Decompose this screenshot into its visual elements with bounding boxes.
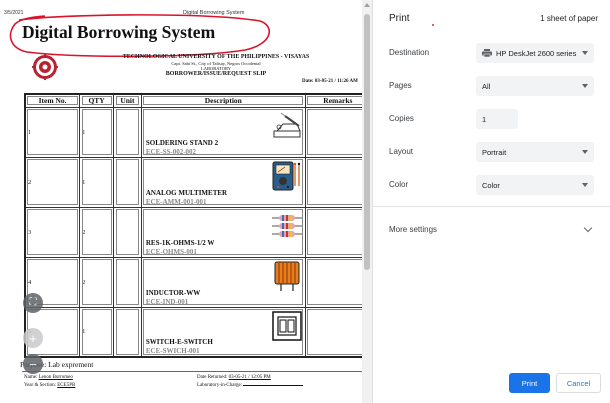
more-settings-toggle[interactable]: More settings	[389, 225, 437, 234]
borrower-name-line: Name: Lenon Borromeo	[24, 375, 73, 380]
col-item-no: Item No.	[24, 93, 81, 108]
pages-value: All	[482, 81, 491, 91]
copies-label: Copies	[389, 114, 414, 123]
incharge-signature-line	[243, 385, 304, 386]
item-no: 2	[24, 156, 81, 208]
footer-divider	[22, 371, 362, 372]
pages-label: Pages	[389, 81, 412, 90]
item-name: SWITCH-E-SWITCH	[145, 338, 213, 346]
name-value: Lenon Borromeo	[38, 375, 73, 380]
sheet-count: 1 sheet of paper	[540, 14, 598, 23]
item-code: ECE-AMM-001-001	[145, 197, 207, 206]
item-unit	[113, 206, 142, 258]
slip-title: BORROWER/ISSUE/REQUEST SLIP	[165, 71, 267, 77]
item-name: ANALOG MULTIMETER	[145, 188, 228, 197]
item-name: RES-1K-OHMS-1/2 W	[145, 238, 215, 247]
pages-select[interactable]: All	[476, 76, 594, 96]
print-preview: 3/5/2021 Digital Borrowing System Digita…	[0, 0, 372, 403]
color-label: Color	[389, 180, 409, 189]
item-qty: 1	[79, 156, 114, 208]
returned-label: Date Returned:	[197, 375, 228, 380]
copies-input[interactable]: 1	[476, 109, 518, 129]
item-no: 1	[24, 106, 81, 158]
destination-value: HP DeskJet 2600 series	[496, 48, 577, 58]
switch-icon	[272, 310, 302, 341]
item-qty: 1	[79, 306, 114, 358]
settings-divider	[373, 206, 610, 207]
color-value: Color	[482, 180, 500, 190]
table-row: 4 2 INDUCTOR-WW ECE-IND-001	[24, 256, 372, 308]
university-seal-icon	[32, 54, 58, 80]
chevron-down-icon[interactable]	[583, 223, 593, 233]
zoom-out-button[interactable]: −	[23, 354, 43, 374]
items-table: Item No. QTY Unit Description Remarks 1 …	[24, 93, 372, 358]
plus-icon: +	[29, 330, 37, 346]
fit-icon: ⛶	[29, 297, 37, 308]
returned-value: 03-05-21 / 12:05 PM	[228, 375, 271, 380]
year-value: ECE5PB	[57, 383, 76, 388]
col-unit: Unit	[113, 93, 142, 108]
item-description: SOLDERING STAND 2 ECE-SS-002-002	[140, 106, 306, 158]
institution-name: TECHNOLOGICAL UNIVERSITY OF THE PHILIPPI…	[122, 54, 310, 60]
item-unit	[113, 256, 142, 308]
chevron-down-icon	[582, 183, 588, 187]
item-qty: 2	[79, 256, 114, 308]
destination-select[interactable]: HP DeskJet 2600 series	[476, 43, 594, 63]
item-description: RES-1K-OHMS-1/2 W ECE-OHMS-001	[140, 206, 306, 258]
inductor-icon	[274, 261, 300, 291]
item-code: ECE-SS-002-002	[145, 147, 197, 156]
chevron-down-icon	[582, 51, 588, 55]
layout-value: Portrait	[482, 147, 507, 157]
item-description: SWITCH-E-SWITCH ECE-SWICH-001	[140, 306, 306, 358]
zoom-in-button[interactable]: +	[23, 328, 43, 348]
document-title: Digital Borrowing System	[22, 22, 216, 42]
red-dot-marker	[432, 24, 434, 26]
item-qty: 2	[79, 206, 114, 258]
col-qty: QTY	[79, 93, 114, 108]
item-code: ECE-IND-001	[145, 297, 189, 306]
soldering-stand-icon	[273, 112, 301, 137]
minus-icon: −	[29, 356, 37, 372]
item-description: INDUCTOR-WW ECE-IND-001	[140, 256, 306, 308]
table-row: 2 1 ANALOG MULTIMETER ECE-AMM-001-001	[24, 156, 372, 208]
year-label: Year & Section:	[24, 383, 56, 388]
item-unit	[113, 106, 142, 158]
table-row: 5 1 SWITCH-E-SWITCH ECE-SWICH-001	[24, 306, 372, 358]
name-label: Name:	[24, 375, 38, 380]
print-settings-panel: Print 1 sheet of paper Destination HP De…	[372, 0, 610, 403]
fit-to-page-button[interactable]: ⛶	[23, 293, 43, 313]
item-code: ECE-OHMS-001	[145, 247, 197, 256]
item-description: ANALOG MULTIMETER ECE-AMM-001-001	[140, 156, 306, 208]
year-section-line: Year & Section: ECE5PB	[24, 383, 75, 388]
table-row: 1 1 SOLDERING STAND 2 ECE-SS-002-002	[24, 106, 372, 158]
item-name: INDUCTOR-WW	[145, 288, 201, 297]
layout-select[interactable]: Portrait	[476, 142, 594, 162]
print-dialog-title: Print	[389, 13, 410, 24]
color-select[interactable]: Color	[476, 175, 594, 195]
item-code: ECE-SWICH-001	[145, 347, 200, 355]
multimeter-icon	[272, 161, 300, 190]
item-no: 3	[24, 206, 81, 258]
item-name: SOLDERING STAND 2	[145, 138, 219, 147]
layout-label: Layout	[389, 147, 414, 156]
item-unit	[113, 306, 142, 358]
preview-scrollbar[interactable]	[362, 0, 372, 403]
item-unit	[113, 156, 142, 208]
scrollbar-thumb[interactable]	[364, 14, 370, 270]
resistor-icon	[271, 214, 302, 237]
chevron-down-icon	[582, 150, 588, 154]
printer-icon	[482, 49, 492, 57]
col-description: Description	[140, 93, 306, 108]
incharge-label: Laboratory-in-Charge:	[197, 383, 243, 388]
cancel-button[interactable]: Cancel	[556, 373, 601, 393]
lab-in-charge-line: Laboratory-in-Charge:	[197, 383, 304, 388]
scroll-up-arrow-icon[interactable]	[364, 3, 370, 7]
print-button[interactable]: Print	[509, 373, 550, 393]
date-returned-line: Date Returned: 03-05-21 / 12:05 PM	[197, 375, 271, 380]
chevron-down-icon	[582, 84, 588, 88]
destination-label: Destination	[389, 48, 430, 57]
slip-date: Date: 03-05-21 / 11:26 AM	[302, 79, 358, 84]
table-row: 3 2 RES-1K-OHMS-1/2 W ECE-OHMS-001	[24, 206, 372, 258]
item-qty: 1	[79, 106, 114, 158]
